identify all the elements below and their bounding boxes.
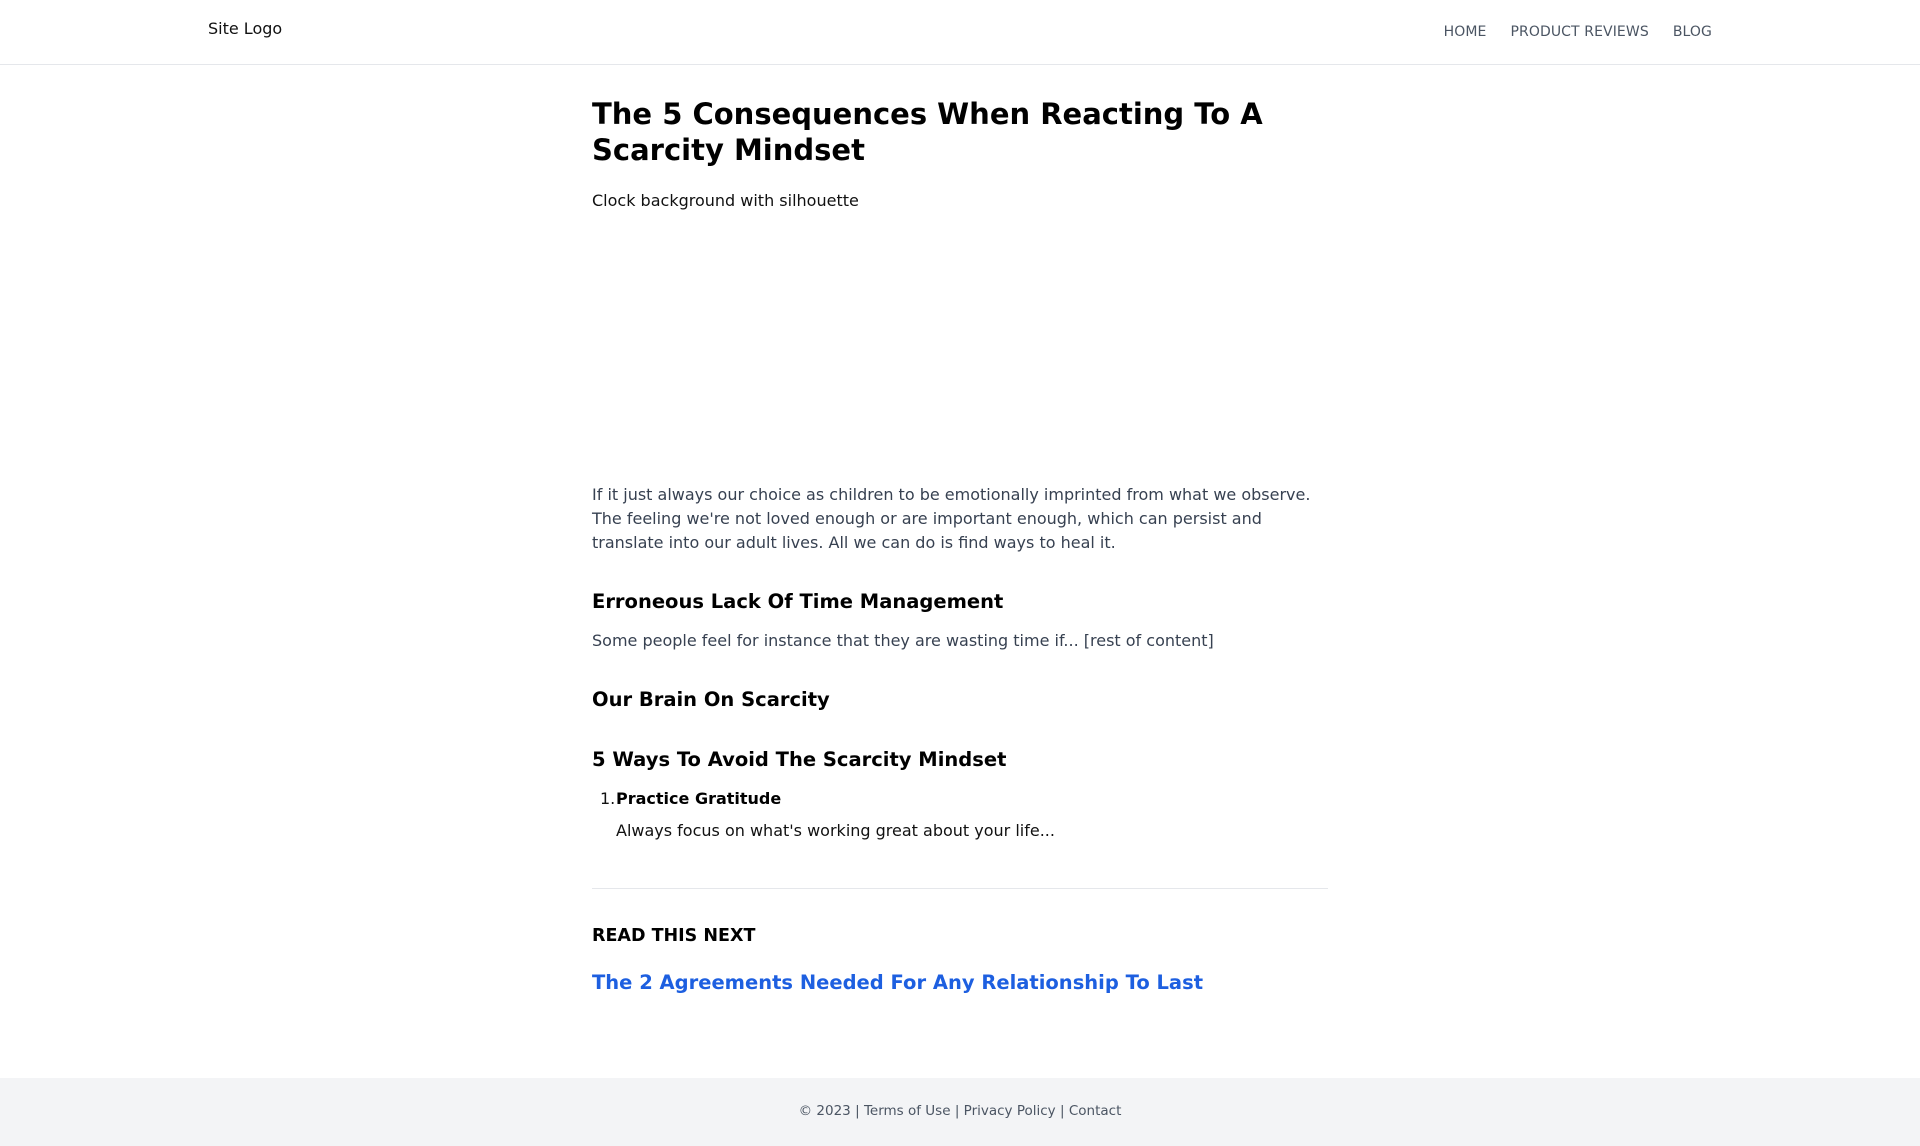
list-item-text: Always focus on what's working great abo… [616,821,1055,840]
nav-product-reviews-link[interactable]: PRODUCT REVIEWS [1510,24,1648,40]
article-image [592,211,1328,483]
read-next-label: READ THIS NEXT [592,926,756,946]
article-image-alt-text: Clock background with silhouette [592,191,859,210]
nav-home-link[interactable]: HOME [1444,24,1487,40]
section-divider [592,888,1328,889]
article-title: The 5 Consequences When Reacting To A Sc… [592,97,1263,167]
section-text-time-management: Some people feel for instance that they … [592,631,1214,650]
footer-terms-link[interactable]: Terms of Use [864,1103,951,1119]
footer-copyright: © 2023 [798,1103,851,1119]
section-heading-time-management: Erroneous Lack Of Time Management [592,590,1004,613]
site-header: Site Logo HOME PRODUCT REVIEWS BLOG [0,0,1920,65]
list-item-number: 1. [600,789,616,808]
footer-contact-link[interactable]: Contact [1069,1103,1122,1119]
main-nav: HOME PRODUCT REVIEWS BLOG [1420,24,1712,40]
site-logo[interactable]: Site Logo [208,19,282,38]
nav-blog-link[interactable]: BLOG [1673,24,1712,40]
footer-separator: | [855,1103,860,1119]
footer-privacy-link[interactable]: Privacy Policy [964,1103,1056,1119]
read-next-link[interactable]: The 2 Agreements Needed For Any Relation… [592,970,1328,996]
article: The 5 Consequences When Reacting To A Sc… [592,96,1328,996]
list-item: 1. Practice Gratitude Always focus on wh… [600,789,1328,841]
article-intro: If it just always our choice as children… [592,485,1311,552]
site-footer: © 2023 | Terms of Use | Privacy Policy |… [0,1078,1920,1146]
section-heading-brain-on-scarcity: Our Brain On Scarcity [592,688,830,711]
footer-separator: | [954,1103,960,1119]
list-item-title: Practice Gratitude [616,789,782,808]
ways-list: 1. Practice Gratitude Always focus on wh… [592,789,1328,841]
section-heading-five-ways: 5 Ways To Avoid The Scarcity Mindset [592,748,1007,771]
footer-separator: | [1059,1103,1065,1119]
